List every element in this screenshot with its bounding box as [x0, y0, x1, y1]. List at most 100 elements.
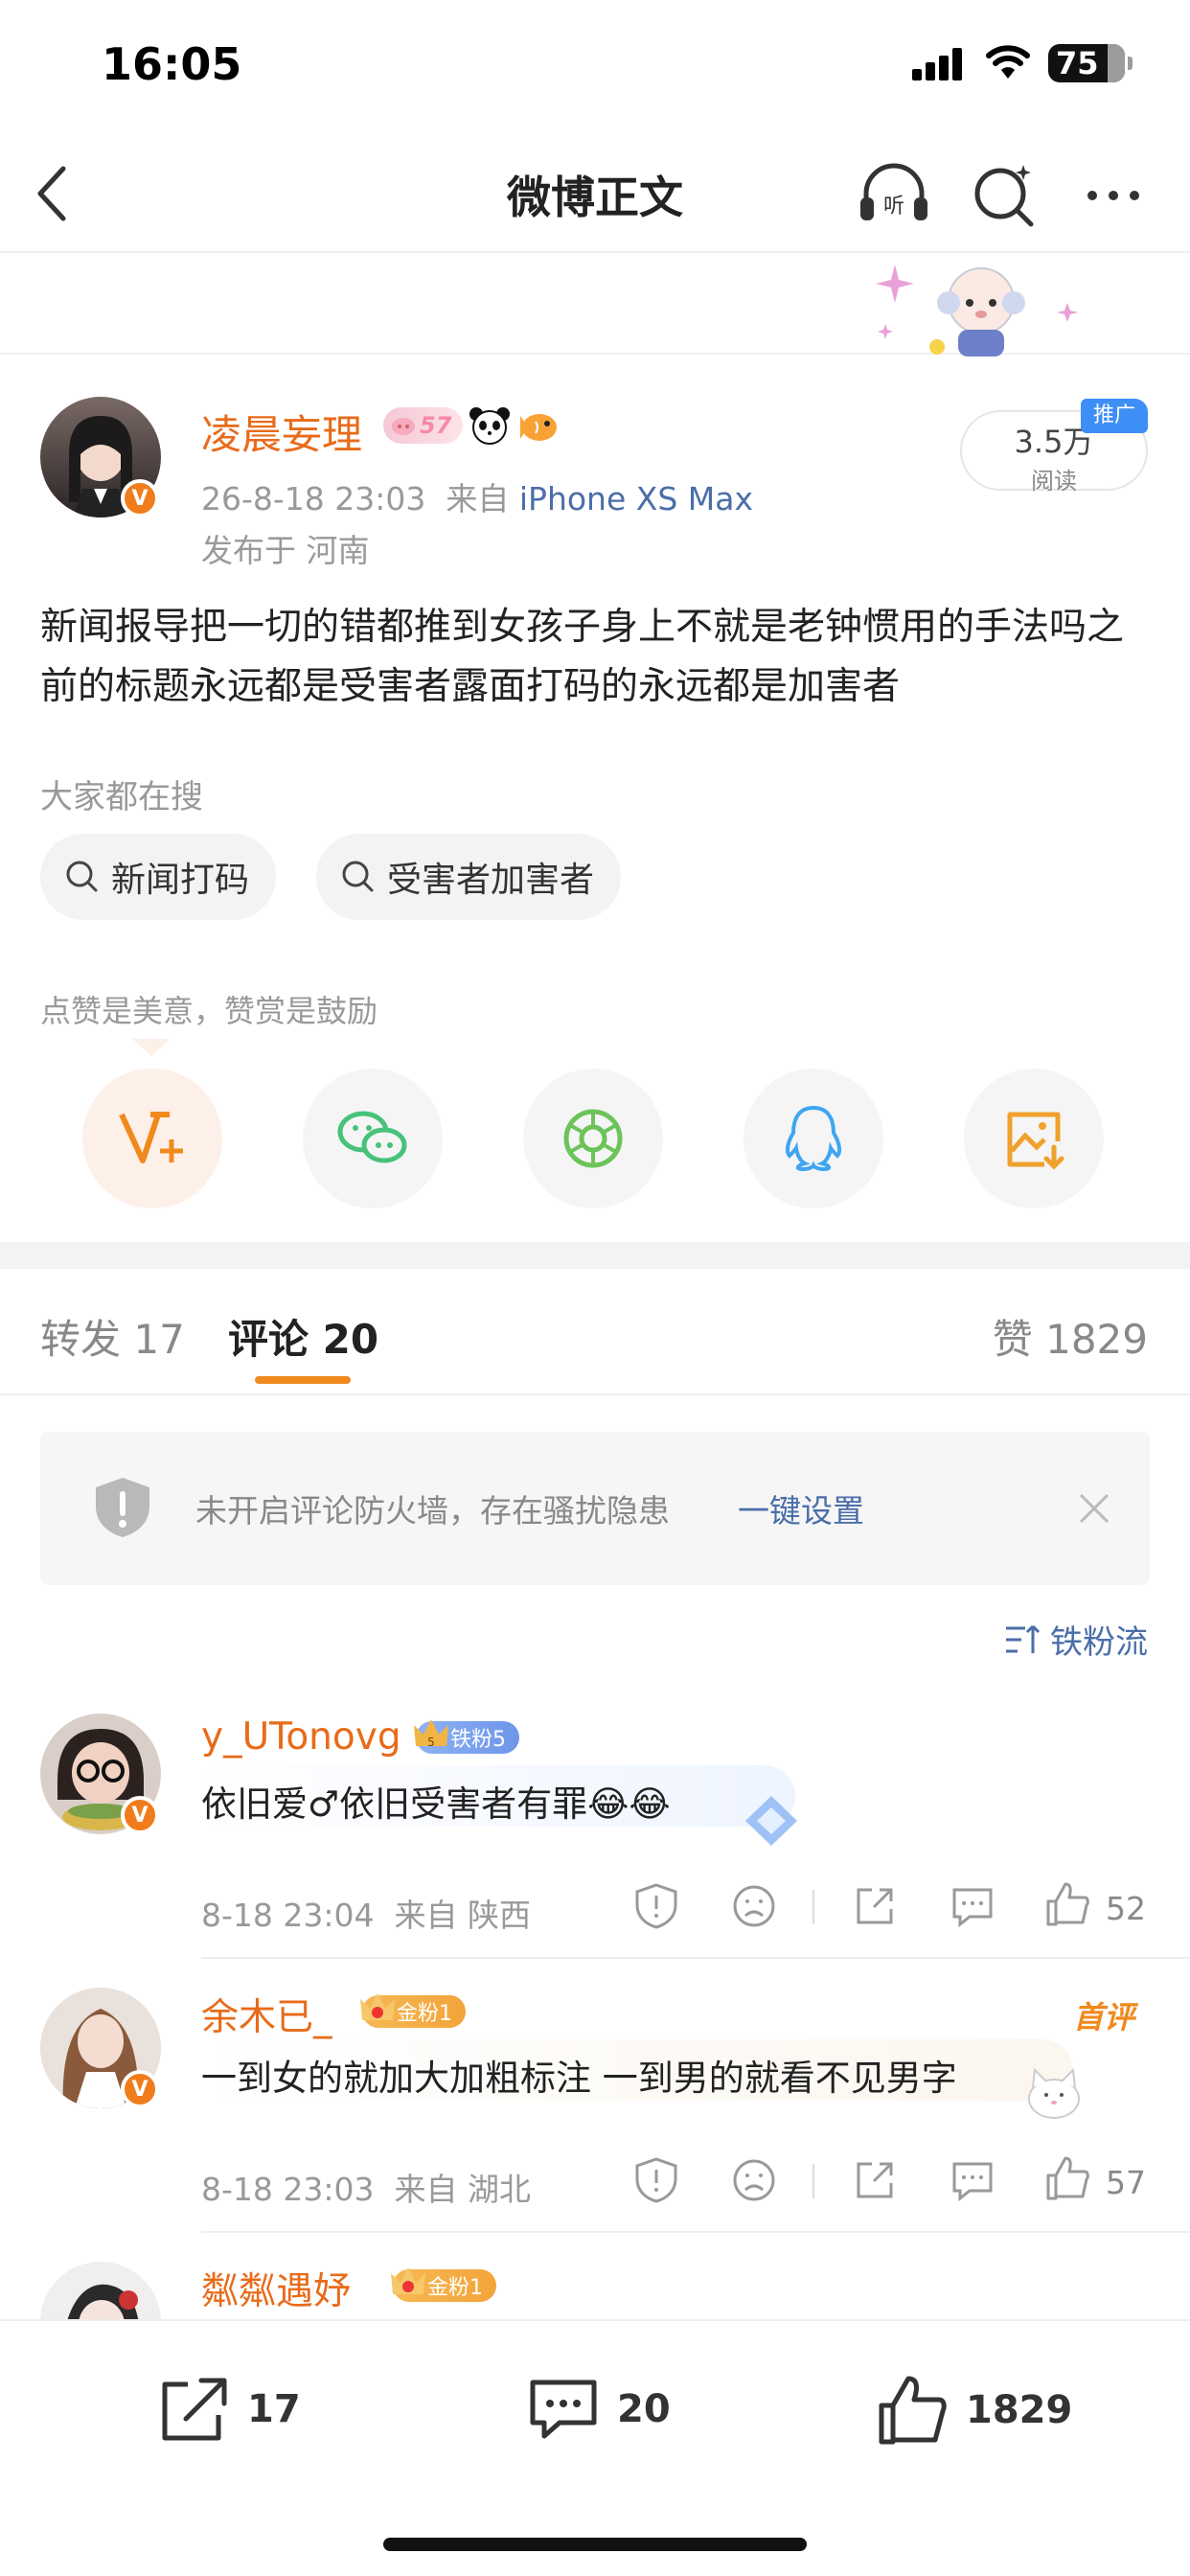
like-button[interactable]: 1829: [876, 2375, 1072, 2446]
share-icon[interactable]: [851, 1882, 899, 1930]
vplus-icon: [119, 1112, 183, 1163]
comment-meta: 8-18 23:03 来自 湖北: [201, 2164, 531, 2210]
tab-likes[interactable]: 赞 1829: [993, 1307, 1148, 1366]
post-location: 发布于 河南: [201, 532, 370, 569]
post-time: 26-8-18 23:03: [201, 480, 426, 518]
reward-button[interactable]: [82, 1069, 222, 1208]
author-name[interactable]: 凌晨妄理: [201, 402, 362, 461]
tab-comments[interactable]: 评论 20: [228, 1307, 378, 1366]
comment-divider: [201, 1957, 1190, 1959]
comment-time: 8-18 23:03: [201, 2171, 375, 2208]
post-device[interactable]: iPhone XS Max: [519, 480, 753, 518]
comment-location: 来自 陕西: [394, 1897, 531, 1934]
search-chip[interactable]: 新闻打码: [40, 834, 277, 920]
decor-banner: [0, 255, 1190, 356]
top-nav: 微博正文 听: [0, 134, 1190, 253]
first-review-tag: 首评: [1073, 1999, 1135, 2036]
post-meta: 26-8-18 23:03 来自 iPhone XS Max: [201, 473, 753, 519]
mascot-sticker-icon: [876, 264, 1078, 356]
battery-level: 75: [1056, 45, 1099, 81]
level-badge-text: 57: [420, 412, 452, 439]
action-separator: [812, 1890, 814, 1924]
pig-icon: [392, 418, 415, 435]
post-from-label: 来自: [446, 480, 510, 518]
tab-repost-label: 转发: [40, 1316, 122, 1363]
bottom-action-bar: 17 20 1829: [0, 2319, 1190, 2576]
listen-icon[interactable]: 听: [857, 159, 931, 230]
comment-count: 20: [617, 2387, 671, 2431]
comment-text: 依旧爱♂依旧受害者有罪😂😂: [201, 1783, 671, 1825]
one-click-setup-link[interactable]: 一键设置: [738, 1485, 864, 1531]
report-icon[interactable]: [632, 1882, 680, 1930]
firewall-notice: 未开启评论防火墙，存在骚扰隐患 一键设置: [40, 1432, 1150, 1585]
search-icon: [66, 861, 98, 892]
wechat-share-button[interactable]: [303, 1069, 443, 1208]
cellular-signal-icon: [912, 48, 964, 80]
comment-author[interactable]: 粼粼遇妤: [201, 2262, 351, 2315]
status-time: 16:05: [102, 38, 242, 90]
author-badges: 57: [383, 406, 561, 445]
qq-icon: [785, 1105, 842, 1172]
svg-text:5: 5: [427, 1736, 435, 1749]
like-icon[interactable]: [1044, 2154, 1092, 2202]
verified-badge-icon: V: [121, 1796, 159, 1834]
comment-divider: [201, 2231, 1190, 2233]
tab-comments-label: 评论: [228, 1316, 309, 1363]
like-icon[interactable]: [1044, 1880, 1092, 1928]
moments-share-button[interactable]: [523, 1069, 663, 1208]
wechat-icon: [337, 1111, 407, 1163]
repost-button[interactable]: 17: [157, 2375, 301, 2444]
search-chip[interactable]: 受害者加害者: [316, 834, 622, 920]
repost-icon: [162, 2378, 227, 2441]
qq-share-button[interactable]: [744, 1069, 883, 1208]
tab-repost[interactable]: 转发 17: [40, 1307, 185, 1366]
share-icon[interactable]: [851, 2156, 899, 2204]
promo-badge: 推广: [1081, 399, 1148, 433]
fan-badge-text: 金粉1: [397, 2002, 452, 2026]
read-label: 阅读: [1031, 468, 1077, 494]
close-icon[interactable]: [1077, 1491, 1111, 1526]
firewall-notice-text: 未开启评论防火墙，存在骚扰隐患: [195, 1492, 670, 1530]
crown-icon: 5: [414, 1719, 448, 1749]
more-icon[interactable]: [1081, 159, 1156, 230]
fan-badge: 5 铁粉5: [414, 1719, 519, 1754]
tab-repost-count: 17: [133, 1316, 185, 1363]
tab-likes-count: 1829: [1045, 1316, 1148, 1363]
comment-tabs: 转发 17 评论 20 赞 1829: [0, 1269, 1190, 1395]
search-icon[interactable]: [968, 159, 1042, 230]
level-badge: 57: [383, 407, 464, 444]
sort-toggle[interactable]: 铁粉流: [1004, 1616, 1148, 1663]
svg-text:听: 听: [883, 195, 904, 218]
save-image-icon: [1007, 1112, 1064, 1170]
fan-badge-text: 铁粉5: [450, 1728, 506, 1752]
dislike-face-icon[interactable]: [730, 1882, 778, 1930]
verified-badge-icon: V: [121, 479, 159, 518]
comment-like-count: 52: [1106, 1890, 1146, 1927]
repost-count: 17: [247, 2387, 301, 2431]
verified-badge-icon: V: [121, 2070, 159, 2108]
status-bar: 16:05 75: [0, 0, 1190, 134]
save-image-button[interactable]: [964, 1069, 1104, 1208]
cat-decor-icon: [1028, 2067, 1080, 2119]
crown-icon: [360, 1993, 395, 2020]
panda-icon: [469, 407, 511, 445]
action-separator: [812, 2164, 814, 2198]
battery-icon: 75: [1048, 44, 1133, 82]
like-count: 1829: [966, 2388, 1073, 2432]
comment-text: 一到女的就加大加粗标注 一到男的就看不见男字: [201, 2058, 957, 2099]
search-chip-label: 新闻打码: [111, 861, 250, 900]
wifi-icon: [986, 45, 1030, 79]
comment-button[interactable]: 20: [527, 2375, 671, 2444]
dislike-face-icon[interactable]: [730, 2156, 778, 2204]
comment-like-count: 57: [1106, 2164, 1146, 2201]
reply-icon[interactable]: [949, 1882, 996, 1930]
tab-likes-label: 赞: [992, 1316, 1033, 1363]
comment-author[interactable]: y_UTonovg: [201, 1715, 401, 1759]
moments-icon: [563, 1109, 623, 1168]
active-tab-indicator: [255, 1376, 351, 1384]
fan-badge: 金粉1: [360, 1993, 466, 2028]
reply-icon[interactable]: [949, 2156, 996, 2204]
trending-search-title: 大家都在搜: [40, 778, 203, 816]
report-icon[interactable]: [632, 2156, 680, 2204]
comment-author[interactable]: 余木已_: [201, 1988, 332, 2041]
